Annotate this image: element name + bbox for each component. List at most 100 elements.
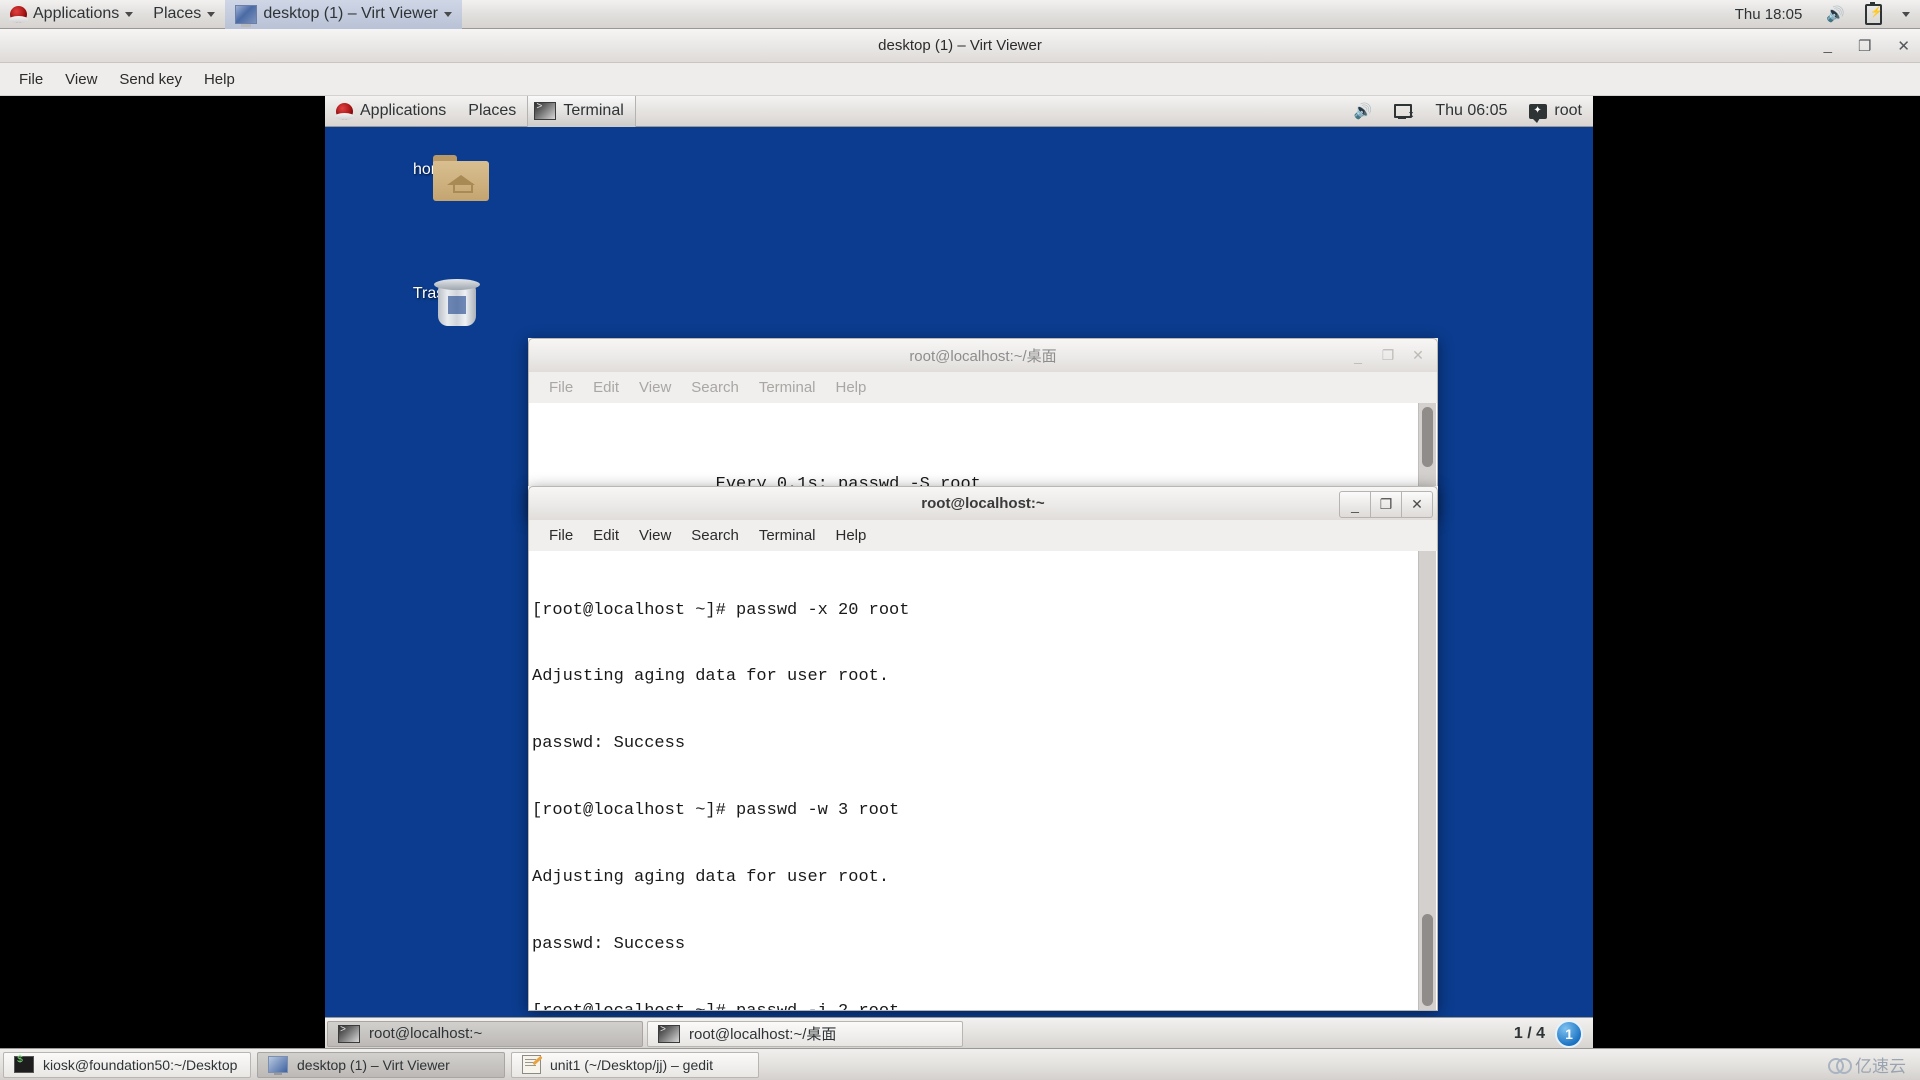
terminal-line: [root@localhost ~]# passwd -x 20 root — [532, 600, 910, 620]
maximize-icon[interactable]: ❐ — [1858, 37, 1871, 55]
watch-terminal-titlebar[interactable]: root@localhost:~/桌面 _ ❐ ✕ — [528, 338, 1438, 372]
guest-user-menu[interactable]: ✦ root — [1518, 96, 1593, 127]
terminal-icon — [658, 1024, 680, 1043]
guest-vm-desktop: Applications Places Terminal 🔊 x — [325, 96, 1593, 1049]
menu-edit[interactable]: Edit — [583, 377, 629, 398]
host-battery-indicator[interactable]: ⚡ — [1855, 0, 1892, 29]
workspace-current-badge[interactable]: 1 — [1555, 1019, 1583, 1048]
host-taskbar-item-label: unit1 (~/Desktop/jj) – gedit — [550, 1056, 714, 1073]
host-places-label: Places — [153, 5, 202, 22]
menu-view[interactable]: View — [629, 377, 681, 398]
host-taskbar-item-virt-viewer[interactable]: desktop (1) – Virt Viewer — [257, 1051, 505, 1078]
host-volume-indicator[interactable]: 🔊 — [1816, 0, 1855, 29]
guest-desktop-surface: home Trash root@localhost:~/桌面 _ — [325, 127, 1593, 1017]
main-terminal-title: root@localhost:~ — [921, 495, 1045, 512]
close-icon[interactable]: ✕ — [1403, 343, 1433, 368]
terminal-window-main[interactable]: root@localhost:~ _ ❐ ✕ File Edit View Se — [528, 486, 1438, 1011]
menu-search[interactable]: Search — [681, 525, 749, 546]
user-chat-icon: ✦ — [1529, 103, 1548, 123]
virt-viewer-menubar: File View Send key Help — [0, 63, 1920, 96]
guest-applications-menu[interactable]: Applications — [325, 96, 457, 127]
desktop-icon-home[interactable]: home — [387, 155, 489, 201]
host-taskbar-item-label: kiosk@foundation50:~/Desktop — [43, 1056, 238, 1073]
minimize-icon[interactable]: _ — [1343, 343, 1373, 368]
virt-viewer-window-controls: _ ❐ ✕ — [1824, 29, 1910, 62]
menu-send-key[interactable]: Send key — [108, 68, 193, 91]
chevron-down-icon — [125, 11, 134, 17]
menu-search[interactable]: Search — [681, 377, 749, 398]
host-applications-menu[interactable]: Applications — [0, 0, 143, 29]
host-applications-label: Applications — [33, 5, 120, 22]
minimize-icon[interactable]: _ — [1339, 491, 1371, 518]
menu-view[interactable]: View — [629, 525, 681, 546]
menu-edit[interactable]: Edit — [583, 525, 629, 546]
taskbar-item-root-desktop[interactable]: root@localhost:~/桌面 — [647, 1020, 963, 1047]
host-system-menu[interactable] — [1892, 0, 1920, 29]
terminal-line: passwd: Success — [532, 935, 686, 955]
guest-clock-label: Thu 06:05 — [1435, 102, 1508, 119]
host-places-menu[interactable]: Places — [143, 0, 225, 29]
terminal-line: Adjusting aging data for user root. — [532, 667, 890, 687]
red-hat-logo-icon — [9, 5, 28, 23]
chevron-down-icon — [1902, 11, 1910, 17]
network-disconnected-icon: x — [1394, 103, 1413, 119]
guest-clock[interactable]: Thu 06:05 — [1424, 96, 1518, 127]
watermark-label: 亿速云 — [1855, 1057, 1906, 1076]
host-taskbar-item-label: desktop (1) – Virt Viewer — [297, 1056, 450, 1073]
maximize-icon[interactable]: ❐ — [1373, 343, 1403, 368]
guest-window-menu-terminal[interactable]: Terminal — [527, 96, 636, 127]
menu-view[interactable]: View — [54, 68, 108, 91]
watch-terminal-menubar: File Edit View Search Terminal Help — [528, 372, 1438, 403]
host-window-menu-virt-viewer[interactable]: desktop (1) – Virt Viewer — [225, 0, 462, 29]
virt-viewer-titlebar[interactable]: desktop (1) – Virt Viewer _ ❐ ✕ — [0, 29, 1920, 63]
menu-help[interactable]: Help — [826, 525, 877, 546]
menu-file[interactable]: File — [539, 377, 583, 398]
maximize-icon[interactable]: ❐ — [1371, 491, 1402, 518]
guest-places-label: Places — [468, 102, 517, 119]
terminal-line: [root@localhost ~]# passwd -i 2 root — [532, 1001, 1417, 1010]
menu-terminal[interactable]: Terminal — [749, 525, 826, 546]
main-terminal-scrollbar[interactable] — [1418, 551, 1436, 1010]
main-terminal-window-controls: _ ❐ ✕ — [1339, 491, 1433, 518]
battery-icon: ⚡ — [1865, 1, 1882, 25]
host-taskbar-item-kiosk-terminal[interactable]: kiosk@foundation50:~/Desktop — [3, 1051, 251, 1078]
menu-help[interactable]: Help — [826, 377, 877, 398]
terminal-line: passwd: Success — [532, 734, 686, 754]
red-hat-logo-icon — [335, 102, 354, 120]
menu-file[interactable]: File — [539, 525, 583, 546]
taskbar-item-root-home[interactable]: root@localhost:~ — [327, 1020, 643, 1047]
main-terminal-menubar: File Edit View Search Terminal Help — [528, 520, 1438, 551]
gedit-icon — [522, 1055, 541, 1074]
menu-help[interactable]: Help — [193, 68, 246, 91]
main-terminal-text: [root@localhost ~]# passwd -x 20 root Ad… — [532, 555, 1417, 1010]
screen: Applications Places desktop (1) – Virt V… — [0, 0, 1920, 1080]
workspace-switcher[interactable]: 1 / 4 1 — [1513, 1019, 1593, 1048]
menu-file[interactable]: File — [8, 68, 54, 91]
close-icon[interactable]: ✕ — [1402, 491, 1433, 518]
close-icon[interactable]: ✕ — [1897, 37, 1910, 55]
menu-terminal[interactable]: Terminal — [749, 377, 826, 398]
volume-icon: 🔊 — [1353, 102, 1373, 120]
virt-viewer-icon — [235, 4, 258, 27]
chevron-down-icon — [443, 11, 452, 17]
virt-viewer-title: desktop (1) – Virt Viewer — [878, 37, 1042, 54]
main-terminal-screen[interactable]: [root@localhost ~]# passwd -x 20 root Ad… — [528, 551, 1438, 1011]
chevron-down-icon — [207, 11, 216, 17]
taskbar-item-label: root@localhost:~ — [369, 1025, 483, 1042]
desktop-icon-trash[interactable]: Trash — [387, 279, 480, 326]
guest-network-indicator[interactable]: x — [1383, 96, 1424, 127]
virt-viewer-window: desktop (1) – Virt Viewer _ ❐ ✕ File Vie… — [0, 29, 1920, 1049]
host-clock[interactable]: Thu 18:05 — [1725, 0, 1817, 29]
guest-volume-indicator[interactable]: 🔊 — [1343, 96, 1384, 127]
terminal-line: Adjusting aging data for user root. — [532, 868, 890, 888]
watermark-logo-icon — [1828, 1058, 1852, 1074]
host-top-panel: Applications Places desktop (1) – Virt V… — [0, 0, 1920, 29]
guest-places-menu[interactable]: Places — [457, 96, 527, 127]
minimize-icon[interactable]: _ — [1824, 37, 1832, 54]
workspace-count-label: 1 / 4 — [1513, 1024, 1545, 1042]
main-terminal-titlebar[interactable]: root@localhost:~ _ ❐ ✕ — [528, 486, 1438, 520]
watch-terminal-title: root@localhost:~/桌面 — [909, 348, 1057, 365]
guest-top-panel: Applications Places Terminal 🔊 x — [325, 96, 1593, 127]
host-taskbar-item-gedit[interactable]: unit1 (~/Desktop/jj) – gedit — [511, 1051, 759, 1078]
taskbar-item-label: root@localhost:~/桌面 — [689, 1026, 837, 1043]
